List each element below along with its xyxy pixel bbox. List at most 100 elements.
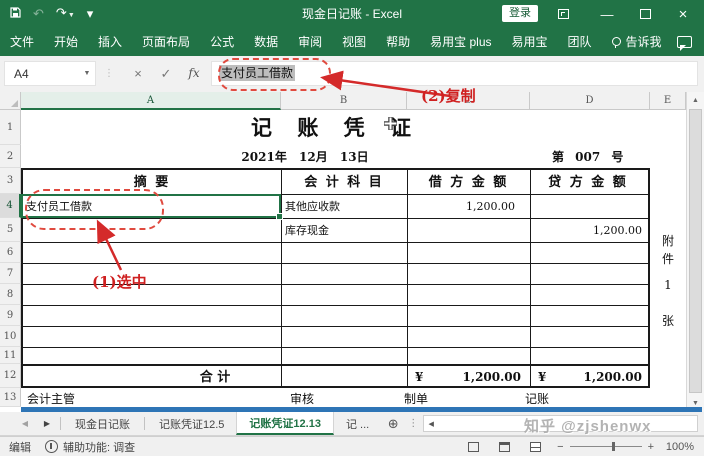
table-line	[23, 242, 648, 243]
page-layout-view-icon[interactable]	[499, 442, 510, 452]
column-header-d[interactable]: D	[530, 92, 650, 110]
column-header-a[interactable]: A	[21, 92, 281, 110]
tab-view[interactable]: 视图	[332, 28, 376, 56]
tab-home[interactable]: 开始	[44, 28, 88, 56]
new-sheet-icon[interactable]: ⊕	[381, 412, 405, 435]
sheet-tab-voucher-12-5[interactable]: 记账凭证12.5	[147, 412, 236, 435]
redo-dropdown-icon[interactable]: ▼	[68, 12, 75, 19]
zoom-slider-thumb[interactable]	[612, 442, 615, 451]
page-break-view-icon[interactable]	[530, 442, 541, 452]
tab-file[interactable]: 文件	[0, 28, 44, 56]
undo-icon[interactable]: ↶	[33, 0, 44, 28]
header-debit[interactable]: 借 方 金 额	[407, 170, 530, 195]
row-header-9[interactable]: 9	[0, 305, 21, 326]
row-header-2[interactable]: 2	[0, 145, 21, 168]
formula-input[interactable]: 支付员工借款	[211, 61, 698, 86]
scroll-up-icon[interactable]: ▲	[687, 93, 704, 108]
row-header-10[interactable]: 10	[0, 326, 21, 347]
accessibility-icon	[45, 440, 58, 453]
row-header-1[interactable]: 1	[0, 110, 21, 145]
annotation-copy-label: (2)复制	[421, 85, 476, 106]
save-icon[interactable]	[10, 0, 21, 28]
table-line	[23, 305, 648, 306]
signer-bookkeeper[interactable]: 记账	[525, 390, 549, 407]
minimize-button[interactable]: —	[592, 0, 622, 28]
sheet-nav-left-icon[interactable]: ◀	[14, 412, 36, 435]
tab-team[interactable]: 团队	[558, 28, 602, 56]
header-summary[interactable]: 摘 要	[23, 170, 281, 195]
tab-formulas[interactable]: 公式	[200, 28, 244, 56]
sheet-nav-right-icon[interactable]: ▶	[36, 412, 58, 435]
selected-cell-a4[interactable]	[21, 194, 281, 218]
horizontal-scrollbar-thumb[interactable]	[438, 418, 697, 430]
horizontal-scrollbar[interactable]: ◀	[423, 415, 698, 432]
row-header-3[interactable]: 3	[0, 168, 21, 194]
tab-page-layout[interactable]: 页面布局	[132, 28, 200, 56]
tab-yiyongbao[interactable]: 易用宝	[502, 28, 558, 56]
column-header-b[interactable]: B	[281, 92, 407, 110]
worksheet-grid: A B C D E 1 2 3 4 5 6 7 8 9 10 11 12 13 …	[0, 92, 686, 412]
ribbon-display-options-icon	[558, 9, 569, 19]
accessibility-status[interactable]: 辅助功能: 调查	[63, 439, 135, 455]
view-shortcuts	[468, 442, 541, 452]
ribbon-display-options-button[interactable]	[548, 0, 578, 28]
tell-me-box[interactable]: 告诉我	[602, 28, 672, 56]
total-debit-cell[interactable]: ¥ 1,200.00	[407, 366, 530, 389]
normal-view-icon[interactable]	[468, 442, 479, 452]
header-account[interactable]: 会 计 科 目	[281, 170, 407, 195]
vertical-scrollbar-thumb[interactable]	[689, 109, 702, 393]
column-header-e[interactable]: E	[650, 92, 686, 110]
cancel-icon[interactable]: ×	[126, 61, 150, 86]
row-header-8[interactable]: 8	[0, 284, 21, 305]
zoom-in-icon[interactable]: +	[648, 441, 654, 453]
maximize-button[interactable]	[630, 0, 660, 28]
enter-icon[interactable]: ✓	[154, 61, 178, 86]
tab-help[interactable]: 帮助	[376, 28, 420, 56]
tab-insert[interactable]: 插入	[88, 28, 132, 56]
attachment-char: 张	[650, 312, 686, 329]
row-header-5[interactable]: 5	[0, 218, 21, 242]
cell-b5-account[interactable]: 库存现金	[285, 219, 405, 242]
total-debit-amount: 1,200.00	[463, 366, 521, 389]
total-label[interactable]: 合 计	[23, 366, 407, 389]
formula-bar: A4 ▼ ⋮ × ✓ fx 支付员工借款	[0, 56, 704, 93]
vertical-scrollbar[interactable]: ▲ ▼	[686, 92, 704, 412]
row-header-6[interactable]: 6	[0, 242, 21, 263]
login-button[interactable]: 登录	[502, 5, 538, 22]
comments-icon[interactable]	[677, 36, 692, 48]
cell-b4-account[interactable]: 其他应收款	[285, 195, 405, 218]
sheet-tab-voucher-12-13[interactable]: 记账凭证12.13	[236, 412, 334, 435]
zoom-out-icon[interactable]: −	[557, 441, 563, 453]
row-header-11[interactable]: 11	[0, 347, 21, 364]
formula-selected-text: 支付员工借款	[219, 65, 295, 81]
lightbulb-icon	[612, 37, 621, 46]
row-header-13[interactable]: 13	[0, 388, 21, 407]
tab-review[interactable]: 审阅	[288, 28, 332, 56]
cell-d5-credit[interactable]: 1,200.00	[530, 219, 642, 242]
tab-data[interactable]: 数据	[244, 28, 288, 56]
select-all-corner[interactable]	[0, 92, 21, 110]
zoom-percentage[interactable]: 100%	[660, 441, 694, 453]
sheet-more-icon[interactable]: ⋮	[405, 412, 421, 435]
name-box-dropdown-icon[interactable]: ▼	[80, 61, 94, 86]
sheet-tab-overflow[interactable]: 记 ...	[334, 412, 381, 435]
signer-preparer[interactable]: 制单	[404, 390, 428, 407]
customize-qat-icon[interactable]: ▾	[87, 0, 94, 28]
row-header-7[interactable]: 7	[0, 263, 21, 284]
cell-c4-debit[interactable]: 1,200.00	[407, 195, 515, 218]
sheet-tab-cash-journal[interactable]: 现金日记账	[63, 412, 142, 435]
zoom-slider[interactable]	[570, 446, 642, 447]
row-header-4[interactable]: 4	[0, 194, 21, 218]
signer-chief-accountant[interactable]: 会计主管	[27, 390, 75, 407]
row-header-12[interactable]: 12	[0, 364, 21, 388]
redo-icon[interactable]: ↷▼	[56, 0, 75, 30]
hscroll-left-icon[interactable]: ◀	[424, 420, 438, 428]
signer-reviewer[interactable]: 审核	[290, 390, 314, 407]
tab-yiyongbao-plus[interactable]: 易用宝 plus	[420, 28, 501, 56]
insert-function-icon[interactable]: fx	[182, 61, 206, 86]
close-button[interactable]: ×	[668, 0, 698, 28]
header-credit[interactable]: 贷 方 金 额	[530, 170, 646, 195]
attachment-char: 件	[650, 250, 686, 267]
total-credit-cell[interactable]: ¥ 1,200.00	[530, 366, 646, 389]
ribbon-tab-bar: 文件 开始 插入 页面布局 公式 数据 审阅 视图 帮助 易用宝 plus 易用…	[0, 28, 704, 56]
